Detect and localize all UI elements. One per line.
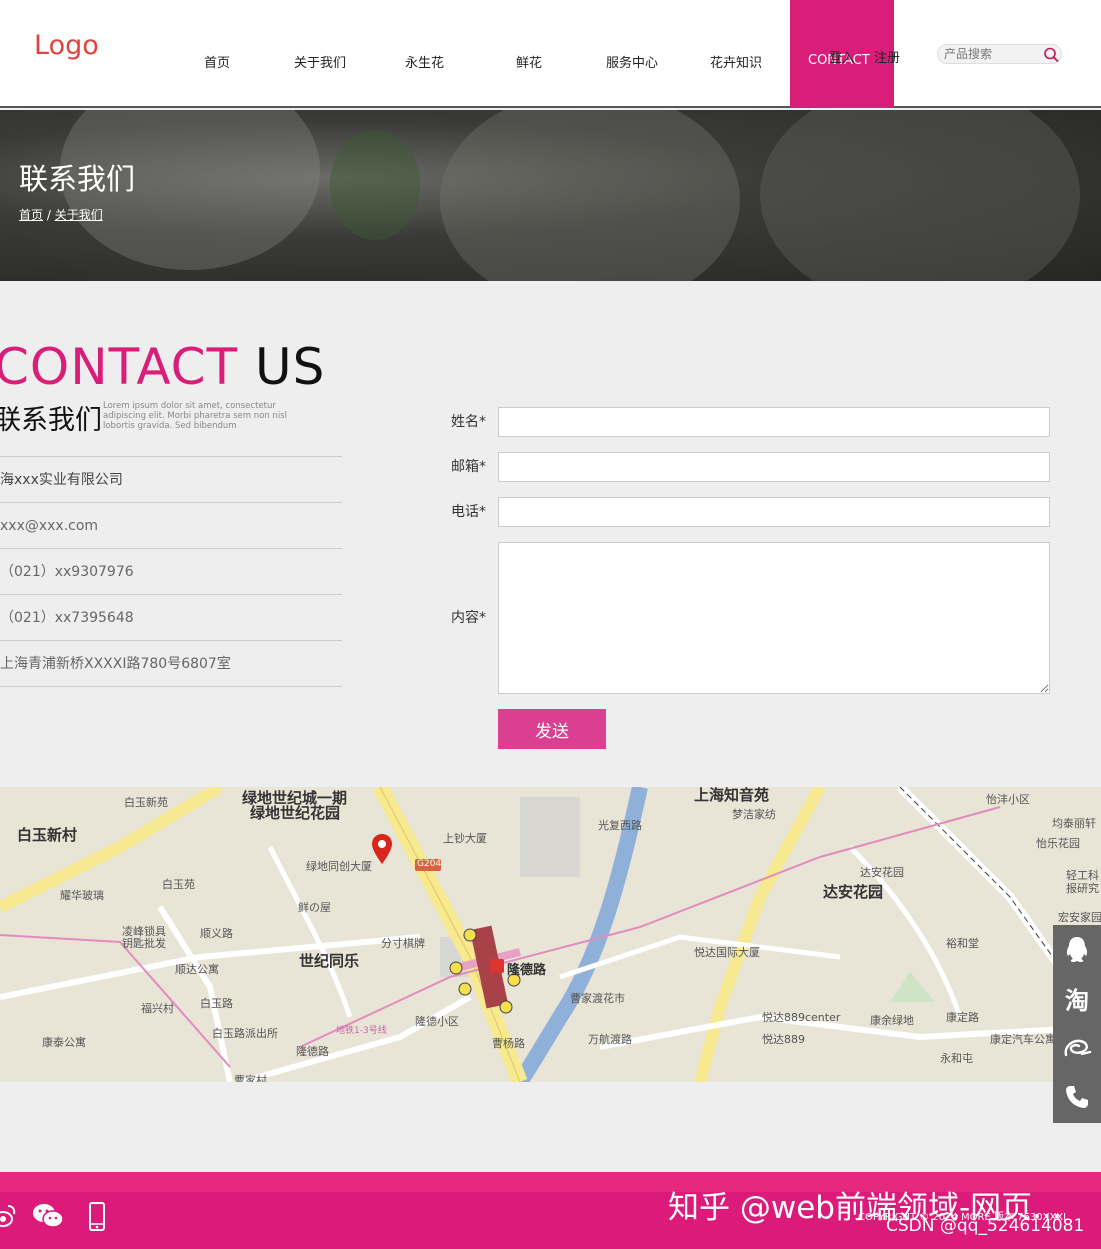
mobile-icon[interactable]	[88, 1202, 106, 1232]
contact-phone: （021）xx9307976	[0, 549, 342, 595]
nav-flower-knowledge[interactable]: 花卉知识	[710, 52, 762, 71]
map-label: 分寸棋牌	[381, 937, 425, 950]
map-label: 白玉路	[200, 997, 233, 1010]
map-label: 上钞大厦	[443, 832, 487, 845]
map-label: 梦洁家纺	[732, 808, 776, 821]
contact-heading-accent: CONTACT	[0, 338, 239, 396]
map-label: 白玉路派出所	[212, 1027, 278, 1040]
phone-icon[interactable]	[1053, 1072, 1101, 1121]
email-label: 邮箱*	[451, 459, 486, 475]
breadcrumb-current[interactable]: 关于我们	[55, 208, 103, 222]
map-label: 悦达889	[762, 1033, 805, 1046]
map-label: G204	[417, 859, 442, 869]
page-title: 联系我们	[19, 162, 136, 196]
map-label: 耀华玻璃	[60, 889, 104, 902]
map-label: 裕和堂	[946, 937, 979, 950]
contact-fax: （021）xx7395648	[0, 595, 342, 641]
logo[interactable]: Logo	[34, 30, 99, 61]
map-label: 康定汽车公寓	[990, 1033, 1056, 1046]
map-label: 钥匙批发	[122, 937, 166, 950]
breadcrumb: 首页 / 关于我们	[19, 206, 103, 223]
company-name: 海xxx实业有限公司	[0, 457, 342, 503]
map-label: 康泰公寓	[42, 1036, 86, 1049]
search-box	[937, 44, 1062, 64]
map-label: 白玉苑	[162, 878, 195, 891]
map-marker-icon[interactable]	[371, 833, 393, 865]
page-banner: 联系我们 首页 / 关于我们	[0, 110, 1101, 281]
nav-about[interactable]: 关于我们	[294, 52, 346, 71]
map-label: 康余绿地	[870, 1014, 914, 1027]
banner-flower-shape	[760, 110, 1080, 281]
banner-flower-shape	[440, 110, 740, 281]
map-label: 隆德小区	[415, 1015, 459, 1028]
map-label: 达安花园	[860, 866, 904, 879]
send-button[interactable]: 发送	[498, 709, 606, 749]
map-label: 绿地同创大厦	[306, 860, 372, 873]
map-label: 顺义路	[200, 927, 233, 940]
nav-preserved-flowers[interactable]: 永生花	[405, 52, 444, 71]
map-label: 地铁1-3号线	[336, 1026, 387, 1036]
breadcrumb-home[interactable]: 首页	[19, 208, 43, 222]
map-label: 怡沣小区	[986, 793, 1030, 806]
map-label: 顺达公寓	[175, 963, 219, 976]
phone-field[interactable]	[498, 497, 1050, 527]
map-label: 曹家渡花市	[570, 992, 625, 1005]
name-field[interactable]	[498, 407, 1050, 437]
nav-service-center[interactable]: 服务中心	[606, 52, 658, 71]
wechat-icon[interactable]	[32, 1202, 64, 1230]
site-footer: 知乎 @web前端领域-网页... COPYRIGHT © 2024 MORE …	[0, 1172, 1101, 1249]
map-label: 白玉新苑	[124, 796, 168, 809]
map-label: 光复西路	[598, 819, 642, 832]
weibo-icon[interactable]	[0, 1202, 16, 1230]
location-map[interactable]: 绿地世纪城一期 绿地世纪花园 白玉新村 白玉新苑 上海知音苑 梦洁家纺 怡沣小区…	[0, 787, 1101, 1082]
contact-heading-rest: US	[255, 338, 326, 396]
login-link[interactable]: 登入	[829, 47, 855, 66]
map-label: 悦达889center	[762, 1011, 841, 1024]
site-header: Logo 首页 关于我们 永生花 鲜花 服务中心 花卉知识 CONTACT 登入…	[0, 0, 1101, 108]
email-field[interactable]	[498, 452, 1050, 482]
map-label: 福兴村	[141, 1002, 174, 1015]
phone-label: 电话*	[451, 504, 486, 520]
nav-home[interactable]: 首页	[204, 52, 230, 71]
contact-subheading: 联系我们	[0, 405, 102, 436]
contact-description: Lorem ipsum dolor sit amet, consectetur …	[103, 401, 287, 431]
map-label: 隆德路	[296, 1045, 329, 1058]
taobao-icon[interactable]: 淘	[1053, 974, 1101, 1023]
search-input[interactable]	[944, 46, 1039, 62]
map-label: 万航渡路	[588, 1033, 632, 1046]
watermark-sub: CSDN @qq_524614081	[886, 1216, 1085, 1236]
search-icon[interactable]	[1042, 46, 1060, 63]
contact-heading: CONTACT US	[0, 338, 325, 396]
map-label: 康定路	[946, 1011, 979, 1024]
contact-email: xxx@xxx.com	[0, 503, 342, 549]
map-label: 鲜の屋	[298, 901, 331, 914]
map-label: 悦达国际大厦	[694, 946, 760, 959]
map-label: 怡乐花园	[1036, 837, 1080, 850]
nav-fresh-flowers[interactable]: 鲜花	[516, 52, 542, 71]
map-label: 达安花园	[823, 883, 884, 901]
map-label: 白玉新村	[17, 826, 78, 844]
contact-info-list: 海xxx实业有限公司 xxx@xxx.com （021）xx9307976 （0…	[0, 456, 342, 687]
map-label: 均泰丽轩	[1052, 817, 1096, 830]
banner-leaf-shape	[330, 130, 420, 240]
map-label: 报研究	[1066, 882, 1099, 895]
map-label: 世纪同乐	[299, 952, 360, 970]
register-link[interactable]: 注册	[874, 47, 900, 66]
map-label: 上海知音苑	[694, 787, 770, 804]
map-label: 永和屯	[940, 1052, 973, 1065]
qq-icon[interactable]	[1053, 925, 1101, 974]
map-label: 绿地世纪花园	[250, 804, 341, 822]
map-label: 曹杨路	[492, 1037, 525, 1050]
aliwangwang-icon[interactable]	[1053, 1023, 1101, 1072]
contact-address: 上海青浦新桥XXXXI路780号6807室	[0, 641, 342, 687]
name-label: 姓名*	[451, 414, 486, 430]
map-label: 宏安家园	[1058, 911, 1101, 924]
map-label: 曹家村	[234, 1074, 267, 1082]
content-field[interactable]	[498, 542, 1050, 694]
side-toolbar: 淘	[1053, 925, 1101, 1123]
breadcrumb-separator: /	[43, 208, 55, 222]
map-label: 隆德路	[507, 963, 547, 978]
content-label: 内容*	[451, 610, 486, 626]
